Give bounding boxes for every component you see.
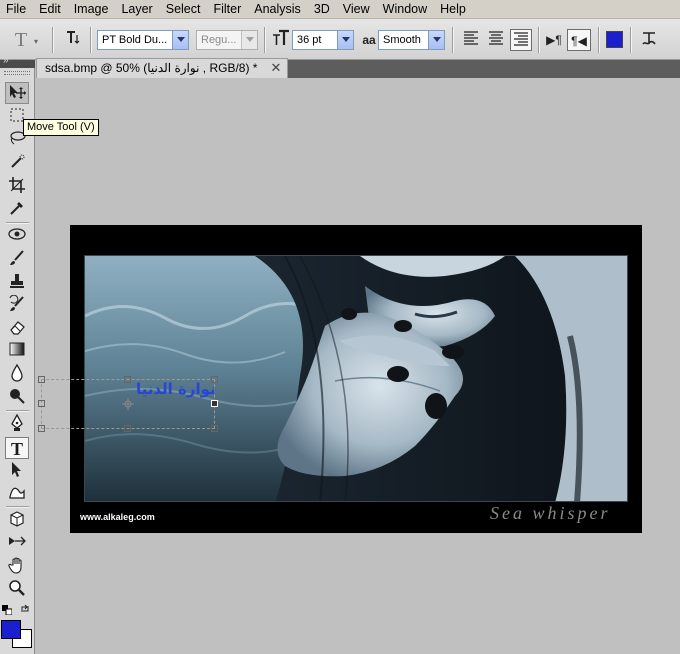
menu-bar: File Edit Image Layer Select Filter Anal… xyxy=(0,0,680,19)
align-right-icon[interactable] xyxy=(510,29,532,51)
text-layer[interactable]: نوارة الدنيا xyxy=(136,380,216,398)
menu-image[interactable]: Image xyxy=(68,1,116,18)
history-brush-icon[interactable] xyxy=(5,294,29,317)
eraser-icon[interactable] xyxy=(5,318,29,340)
options-separator xyxy=(90,27,92,53)
font-size-select[interactable]: 36 pt xyxy=(292,30,354,50)
move-icon[interactable] xyxy=(5,82,29,104)
options-separator xyxy=(52,27,54,53)
tool-divider xyxy=(6,410,29,412)
transform-handle[interactable] xyxy=(38,376,45,383)
anti-alias-select[interactable]: Smooth xyxy=(378,30,445,50)
tool-preset-dropdown-icon[interactable]: ▾ xyxy=(34,37,38,46)
transform-handle[interactable] xyxy=(211,400,218,407)
shape-icon[interactable] xyxy=(5,483,29,505)
clone-stamp-icon[interactable] xyxy=(5,272,29,294)
signature-text: Sea whisper xyxy=(490,503,611,523)
menu-filter[interactable]: Filter xyxy=(207,1,248,18)
transform-handle[interactable] xyxy=(124,425,131,432)
menu-analysis[interactable]: Analysis xyxy=(248,1,308,18)
options-separator xyxy=(630,27,632,53)
chevron-down-icon[interactable] xyxy=(241,31,257,49)
font-size-icon xyxy=(270,29,292,51)
options-separator xyxy=(264,27,266,53)
quick-select-icon[interactable] xyxy=(5,153,29,175)
menu-file[interactable]: File xyxy=(0,1,33,18)
transform-center-icon[interactable] xyxy=(122,398,134,410)
panel-grip[interactable] xyxy=(4,71,30,75)
options-separator xyxy=(452,27,454,53)
swap-colors-icon[interactable] xyxy=(20,603,30,613)
menu-select[interactable]: Select xyxy=(160,1,208,18)
menu-3d[interactable]: 3D xyxy=(308,1,337,18)
menu-help[interactable]: Help xyxy=(434,1,473,18)
font-size-value: 36 pt xyxy=(297,34,322,46)
tool-preset-icon[interactable]: T xyxy=(10,29,32,51)
font-style-value: Regu... xyxy=(201,34,237,46)
align-center-icon[interactable] xyxy=(485,29,507,51)
document-tab-title: sdsa.bmp @ 50% (نوارة الدنيا , RGB/8) * xyxy=(45,61,258,75)
chevron-down-icon[interactable] xyxy=(172,31,188,49)
3d-camera-icon[interactable] xyxy=(5,533,29,555)
watermark-text: www.alkaleg.com xyxy=(80,512,155,522)
document-tab[interactable]: sdsa.bmp @ 50% (نوارة الدنيا , RGB/8) * xyxy=(36,58,288,78)
blur-icon[interactable] xyxy=(5,363,29,386)
anti-alias-value: Smooth xyxy=(383,34,421,46)
transform-handle[interactable] xyxy=(38,400,45,407)
anti-alias-icon: aa xyxy=(362,33,376,47)
font-family-value: PT Bold Du... xyxy=(102,34,168,46)
dodge-icon[interactable] xyxy=(5,387,29,409)
3d-rotate-icon[interactable] xyxy=(5,510,29,532)
menu-window[interactable]: Window xyxy=(377,1,434,18)
chevron-down-icon[interactable] xyxy=(337,31,353,49)
right-to-left-icon[interactable]: ¶◀ xyxy=(567,29,591,51)
chevron-down-icon[interactable] xyxy=(428,31,444,49)
transform-handle[interactable] xyxy=(124,376,131,383)
close-icon[interactable]: ✕ xyxy=(268,58,284,78)
menu-edit[interactable]: Edit xyxy=(33,1,68,18)
pen-icon[interactable] xyxy=(5,413,29,436)
panel-collapse-icon[interactable] xyxy=(0,55,35,68)
gradient-icon[interactable] xyxy=(5,341,29,363)
tool-divider xyxy=(6,506,29,508)
text-orientation-icon[interactable] xyxy=(62,29,84,51)
type-icon[interactable]: T xyxy=(5,437,29,459)
hand-icon[interactable] xyxy=(5,556,29,578)
options-separator xyxy=(538,27,540,53)
menu-view[interactable]: View xyxy=(337,1,377,18)
path-select-icon[interactable] xyxy=(5,460,29,482)
brush-icon[interactable] xyxy=(5,249,29,271)
eyedropper-icon[interactable] xyxy=(5,199,29,221)
menu-layer[interactable]: Layer xyxy=(115,1,159,18)
tool-divider xyxy=(6,222,29,224)
options-bar: T ▾ PT Bold Du... Regu... 36 pt aa Smoot… xyxy=(0,19,680,60)
options-separator xyxy=(598,27,600,53)
crop-icon[interactable] xyxy=(5,176,29,198)
warp-text-icon[interactable] xyxy=(638,29,660,51)
move-tool-tooltip: Move Tool (V) xyxy=(23,119,99,136)
transform-handle[interactable] xyxy=(211,376,218,383)
spot-healing-icon[interactable] xyxy=(5,226,29,248)
foreground-color-swatch[interactable] xyxy=(1,620,21,639)
left-to-right-icon[interactable]: ▶¶ xyxy=(543,29,565,51)
transform-handle[interactable] xyxy=(38,425,45,432)
font-family-select[interactable]: PT Bold Du... xyxy=(97,30,189,50)
align-left-icon[interactable] xyxy=(460,29,482,51)
transform-handle[interactable] xyxy=(211,425,218,432)
default-colors-icon[interactable] xyxy=(2,604,13,616)
font-style-select[interactable]: Regu... xyxy=(196,30,258,50)
text-color-swatch[interactable] xyxy=(606,31,623,48)
zoom-icon[interactable] xyxy=(5,579,29,601)
